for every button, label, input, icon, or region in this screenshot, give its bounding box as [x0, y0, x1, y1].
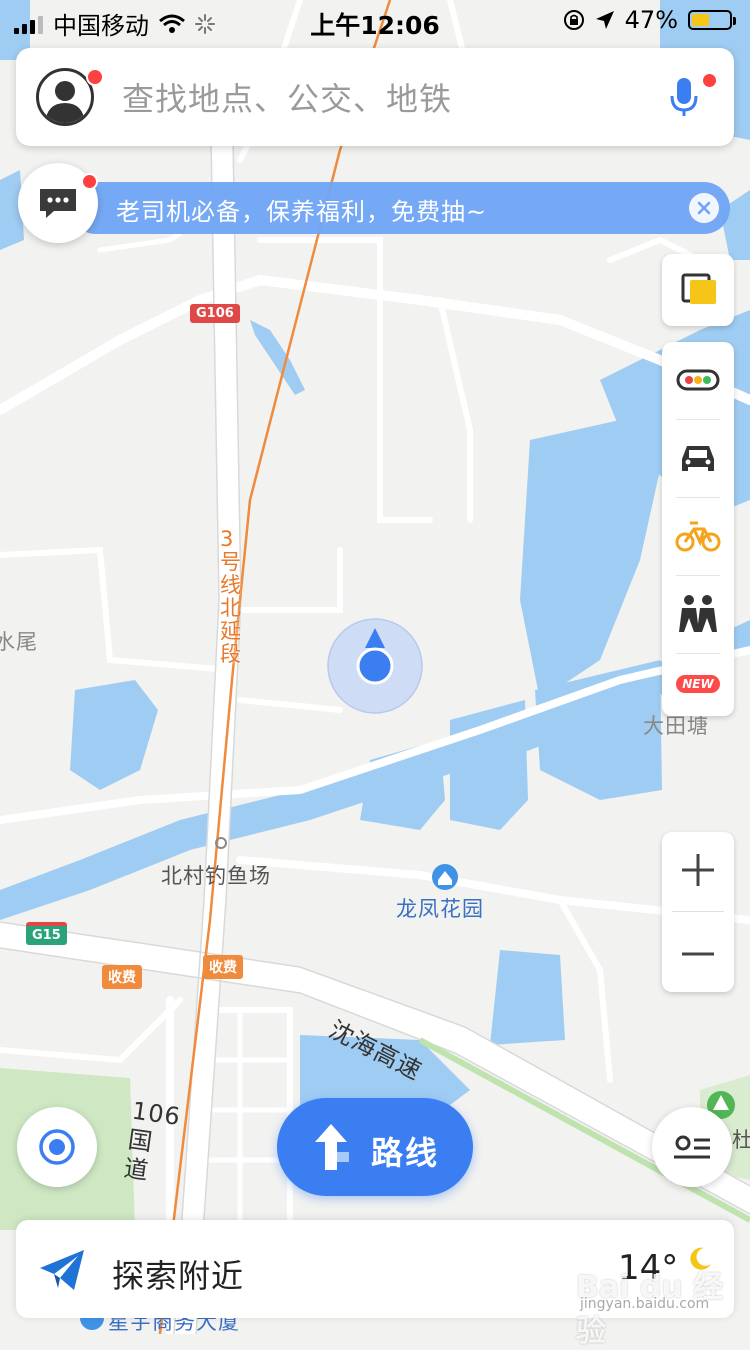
locate-me-button[interactable]: [17, 1107, 97, 1187]
car-icon: [682, 446, 714, 471]
road-shield-g15: G15: [26, 922, 67, 945]
route-arrow-icon: [315, 1124, 349, 1170]
toll-label-1: 收费: [102, 965, 142, 989]
promo-banner-text: 老司机必备，保养福利，免费抽~: [116, 198, 488, 226]
battery-icon: [688, 10, 736, 30]
bike-share-button[interactable]: [662, 498, 734, 574]
road-shield-g106: G106: [190, 304, 240, 323]
plus-icon: [682, 854, 714, 886]
avatar-notification-dot: [86, 68, 104, 86]
battery-percent: 47%: [624, 6, 678, 34]
rotation-lock-icon: [563, 10, 584, 30]
traffic-light-icon: [676, 369, 720, 391]
list-view-button[interactable]: [652, 1107, 732, 1187]
traffic-toggle[interactable]: [662, 342, 734, 418]
banner-close-button[interactable]: [689, 193, 719, 223]
paper-plane-icon: [40, 1250, 84, 1290]
metro-line-label: 3号线北延段: [220, 527, 242, 666]
message-notification-dot: [81, 173, 98, 190]
toll-label-2: 收费: [203, 955, 243, 979]
list-icon: [674, 1135, 710, 1159]
poi-label-fishing: 北村钓鱼场: [161, 864, 271, 888]
village-label-shuiwei: 水尾: [0, 630, 38, 654]
user-icon: [45, 81, 85, 123]
zoom-in-button[interactable]: [662, 832, 734, 910]
map-layers-button[interactable]: [662, 254, 734, 326]
poi-label-garden: 龙凤花园: [396, 897, 484, 921]
mic-notification-dot: [703, 74, 716, 87]
close-icon: [697, 201, 711, 215]
zoom-control: [662, 832, 734, 992]
explore-nearby-label: 探索附近: [112, 1257, 245, 1295]
status-bar: 中国移动 上午12:06 47%: [0, 0, 750, 44]
watermark-url: jingyan.baidu.com: [580, 1296, 710, 1312]
new-badge: NEW: [676, 675, 720, 693]
map-tools-panel: NEW: [662, 342, 734, 716]
partial-label-right: 杜: [732, 1128, 750, 1152]
taxi-button[interactable]: [662, 420, 734, 496]
route-button-label: 路线: [371, 1134, 440, 1172]
location-arrow-icon: [595, 11, 614, 29]
minus-icon: [682, 952, 714, 956]
bicycle-icon: [675, 521, 721, 552]
layers-icon: [681, 273, 716, 304]
search-input[interactable]: 查找地点、公交、地铁: [122, 74, 452, 120]
route-button[interactable]: 路线: [277, 1098, 473, 1196]
target-icon: [39, 1129, 75, 1165]
zoom-out-button[interactable]: [662, 914, 734, 992]
walk-together-button[interactable]: [662, 576, 734, 652]
new-feature-button[interactable]: NEW: [662, 654, 734, 714]
search-bar[interactable]: 查找地点、公交、地铁: [16, 48, 734, 146]
microphone-icon[interactable]: [670, 76, 698, 118]
two-people-icon: [679, 595, 717, 632]
